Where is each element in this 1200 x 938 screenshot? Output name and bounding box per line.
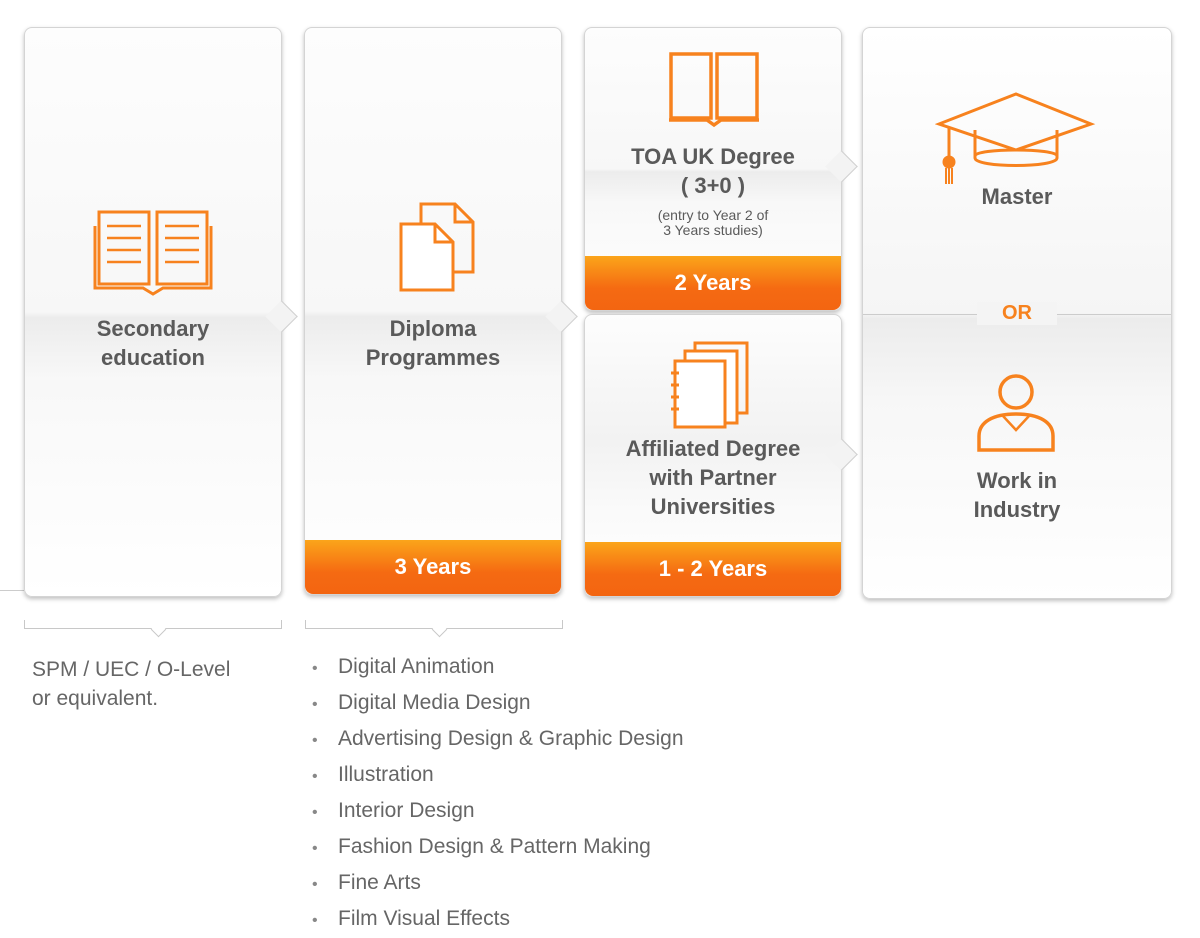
work-label: Work in Industry bbox=[863, 466, 1171, 524]
or-label: OR bbox=[977, 302, 1057, 325]
diploma-programme-list: Digital Animation Digital Media Design A… bbox=[312, 650, 684, 938]
secondary-education-card: Secondary education bbox=[24, 27, 298, 597]
graduation-cap-icon bbox=[935, 92, 1096, 184]
documents-icon bbox=[399, 202, 475, 292]
list-item: Film Visual Effects bbox=[312, 902, 684, 938]
duration-badge: 2 Years bbox=[585, 256, 841, 310]
label-line: Universities bbox=[650, 494, 776, 519]
requirement-line: SPM / UEC / O-Level bbox=[32, 658, 231, 681]
person-icon bbox=[977, 374, 1055, 452]
notebook-icon bbox=[671, 341, 749, 429]
label-line: ( 3+0 ) bbox=[680, 173, 746, 198]
list-item: Advertising Design & Graphic Design bbox=[312, 722, 684, 758]
list-item: Fine Arts bbox=[312, 866, 684, 902]
secondary-label: Secondary education bbox=[25, 314, 281, 372]
open-book-icon bbox=[93, 210, 213, 296]
toa-label: TOA UK Degree ( 3+0 ) bbox=[585, 142, 841, 200]
duration-badge: 3 Years bbox=[305, 540, 561, 594]
master-label: Master bbox=[981, 184, 1053, 209]
label-line: with Partner bbox=[649, 465, 777, 490]
outcome-card: Master OR Work in Industry bbox=[862, 27, 1172, 599]
list-item: Digital Animation bbox=[312, 650, 684, 686]
requirement-line: or equivalent. bbox=[32, 687, 159, 710]
label-line: Diploma bbox=[389, 316, 477, 341]
label-line: Programmes bbox=[365, 345, 501, 370]
duration-badge: 1 - 2 Years bbox=[585, 542, 841, 596]
label-line: Industry bbox=[973, 497, 1061, 522]
book-icon bbox=[669, 52, 759, 128]
diploma-card: Diploma Programmes 3 Years bbox=[304, 27, 578, 595]
diploma-label: Diploma Programmes bbox=[305, 314, 561, 372]
toa-note: (entry to Year 2 of 3 Years studies) bbox=[585, 208, 841, 238]
list-item: Illustration bbox=[312, 758, 684, 794]
secondary-requirements: SPM / UEC / O-Level or equivalent. bbox=[32, 655, 230, 713]
list-item: Fashion Design & Pattern Making bbox=[312, 830, 684, 866]
list-item: Digital Media Design bbox=[312, 686, 684, 722]
note-line: (entry to Year 2 of bbox=[657, 207, 769, 223]
label-line: Secondary bbox=[96, 316, 210, 341]
note-line: 3 Years studies) bbox=[663, 222, 763, 238]
connector-line bbox=[0, 590, 24, 591]
list-item: Interior Design bbox=[312, 794, 684, 830]
label-line: TOA UK Degree bbox=[631, 144, 795, 169]
label-line: Affiliated Degree bbox=[625, 436, 801, 461]
affiliated-degree-card: Affiliated Degree with Partner Universitie… bbox=[584, 314, 858, 597]
label-line: education bbox=[101, 345, 205, 370]
label-line: Work in bbox=[976, 468, 1058, 493]
toa-uk-degree-card: TOA UK Degree ( 3+0 ) (entry to Year 2 of… bbox=[584, 27, 858, 311]
affiliated-label: Affiliated Degree with Partner Universitie… bbox=[585, 434, 841, 521]
